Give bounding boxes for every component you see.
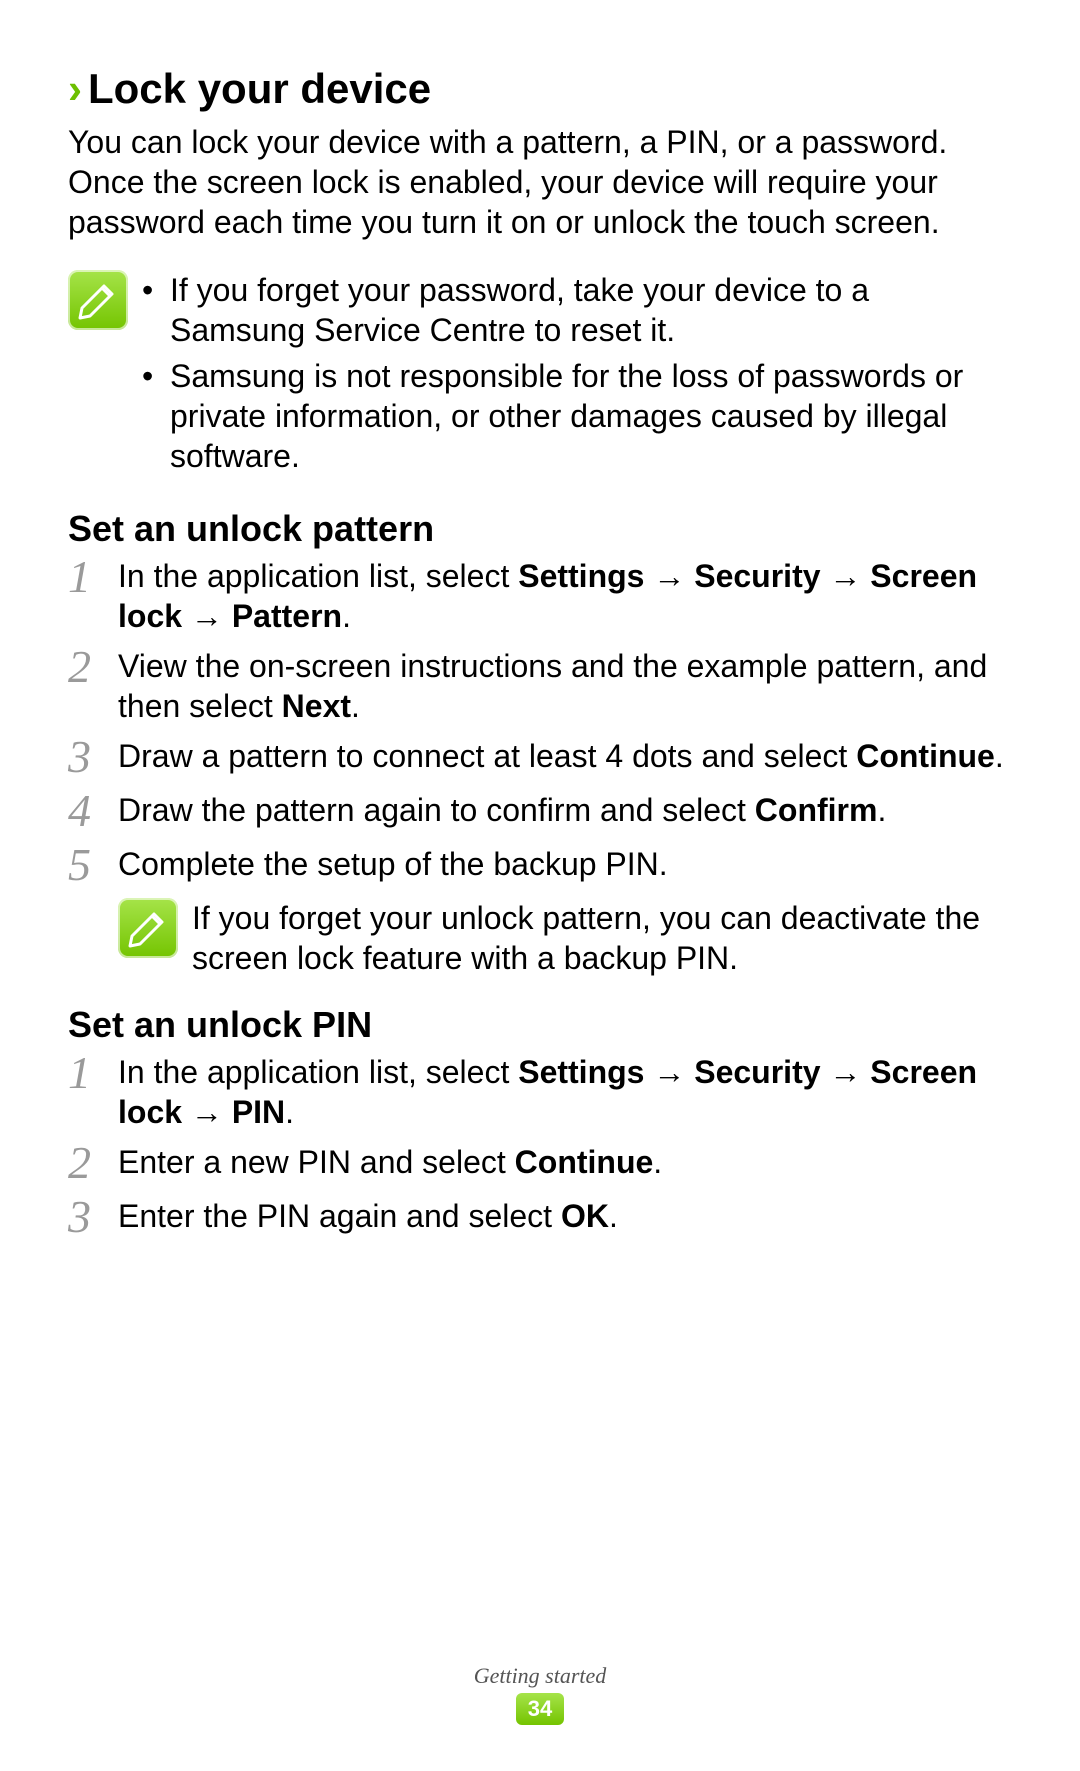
step-text: Enter a new PIN and select Continue.: [118, 1142, 662, 1182]
step-text: Enter the PIN again and select OK.: [118, 1196, 618, 1236]
note-body: If you forget your password, take your d…: [142, 270, 1012, 482]
step-item: 2 View the on-screen instructions and th…: [68, 646, 1012, 726]
step-item: 4 Draw the pattern again to confirm and …: [68, 790, 1012, 834]
step-number: 3: [68, 734, 118, 780]
manual-page: ›Lock your device You can lock your devi…: [0, 0, 1080, 1771]
note-icon: [118, 898, 178, 958]
note-block: If you forget your password, take your d…: [68, 270, 1012, 482]
step-item: 2 Enter a new PIN and select Continue.: [68, 1142, 1012, 1186]
step-item: 1 In the application list, select Settin…: [68, 556, 1012, 636]
note-item: If you forget your password, take your d…: [142, 270, 1012, 350]
step-number: 1: [68, 1050, 118, 1096]
section-heading: ›Lock your device: [68, 64, 1012, 114]
pattern-steps: 1 In the application list, select Settin…: [68, 556, 1012, 888]
step-number: 2: [68, 644, 118, 690]
note-block: If you forget your unlock pattern, you c…: [118, 898, 1012, 978]
subheading-pin: Set an unlock PIN: [68, 1004, 1012, 1046]
step-text: Draw a pattern to connect at least 4 dot…: [118, 736, 1004, 776]
step-text: Draw the pattern again to confirm and se…: [118, 790, 886, 830]
step-item: 3 Enter the PIN again and select OK.: [68, 1196, 1012, 1240]
heading-text: Lock your device: [88, 65, 431, 112]
step-text: In the application list, select Settings…: [118, 556, 1012, 636]
step-number: 1: [68, 554, 118, 600]
step-text: View the on-screen instructions and the …: [118, 646, 1012, 726]
step-item: 5 Complete the setup of the backup PIN.: [68, 844, 1012, 888]
step-number: 5: [68, 842, 118, 888]
step-item: 3 Draw a pattern to connect at least 4 d…: [68, 736, 1012, 780]
step-number: 2: [68, 1140, 118, 1186]
footer-section: Getting started: [0, 1663, 1080, 1689]
note-icon: [68, 270, 128, 330]
step-number: 4: [68, 788, 118, 834]
page-number-badge: 34: [516, 1693, 564, 1725]
note-list: If you forget your password, take your d…: [142, 270, 1012, 476]
note-item: Samsung is not responsible for the loss …: [142, 356, 1012, 476]
step-number: 3: [68, 1194, 118, 1240]
pin-steps: 1 In the application list, select Settin…: [68, 1052, 1012, 1240]
step-text: Complete the setup of the backup PIN.: [118, 844, 668, 884]
page-footer: Getting started 34: [0, 1663, 1080, 1725]
subheading-pattern: Set an unlock pattern: [68, 508, 1012, 550]
step-text: In the application list, select Settings…: [118, 1052, 1012, 1132]
step-item: 1 In the application list, select Settin…: [68, 1052, 1012, 1132]
note-body: If you forget your unlock pattern, you c…: [192, 898, 1012, 978]
intro-paragraph: You can lock your device with a pattern,…: [68, 122, 1012, 242]
chevron-icon: ›: [68, 65, 82, 112]
